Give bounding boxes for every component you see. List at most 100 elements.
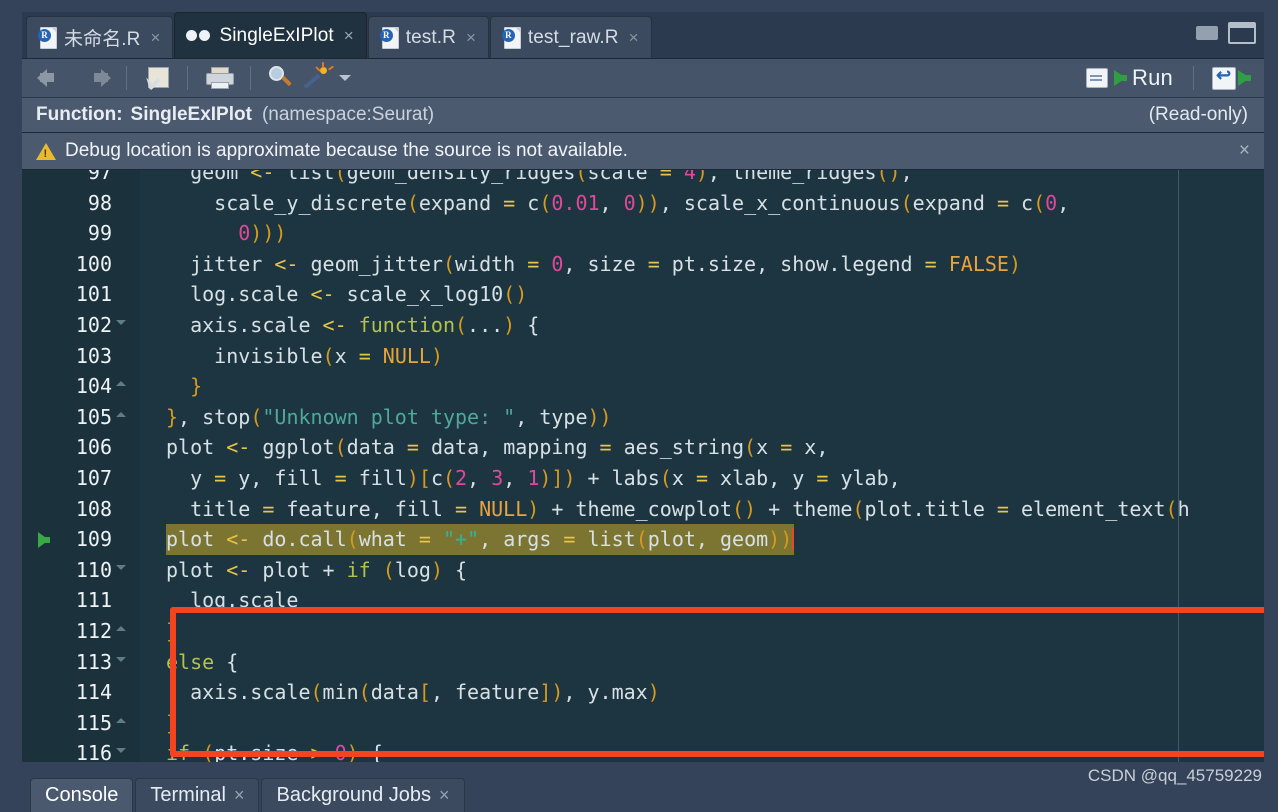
code-line-102[interactable]: 102 axis.scale <- function(...) { bbox=[22, 310, 1264, 341]
line-number: 112 bbox=[75, 619, 112, 643]
fold-toggle-icon[interactable] bbox=[116, 320, 126, 325]
code-text: 0))) bbox=[238, 221, 287, 246]
close-icon[interactable]: × bbox=[1239, 140, 1250, 162]
editor-toolbar: Run bbox=[22, 59, 1264, 98]
fold-toggle-icon[interactable] bbox=[116, 411, 126, 417]
code-line-99[interactable]: 99 0))) bbox=[22, 218, 1264, 249]
toolbar-divider bbox=[1193, 66, 1194, 90]
close-icon[interactable]: × bbox=[629, 29, 639, 46]
code-editor[interactable]: 97 geom <- list(geom_density_ridges(scal… bbox=[22, 170, 1264, 762]
function-info-bar: Function: SingleExIPlot (namespace:Seura… bbox=[22, 98, 1264, 133]
warning-triangle-icon bbox=[36, 142, 56, 160]
code-line-108[interactable]: 108 title = feature, fill = NULL) + them… bbox=[22, 494, 1264, 525]
editor-toolbar-right: Run bbox=[1078, 63, 1256, 93]
code-line-107[interactable]: 107 y = y, fill = fill)[c(2, 3, 1)]) + l… bbox=[22, 463, 1264, 494]
close-icon[interactable]: × bbox=[151, 29, 161, 46]
line-number: 111 bbox=[75, 588, 112, 613]
debug-warning-bar: Debug location is approximate because th… bbox=[22, 133, 1264, 170]
code-tools-wand-icon bbox=[303, 62, 335, 90]
code-line-104[interactable]: 104 } bbox=[22, 371, 1264, 402]
run-arrow-icon bbox=[1114, 70, 1128, 86]
printer-icon bbox=[206, 67, 234, 89]
editor-tab-2[interactable]: Rtest.R × bbox=[367, 16, 489, 58]
line-number: 104 bbox=[75, 374, 112, 399]
run-page-icon bbox=[1086, 68, 1109, 88]
code-line-113[interactable]: 113 else { bbox=[22, 647, 1264, 678]
line-number: 109 bbox=[75, 527, 112, 552]
close-icon[interactable]: × bbox=[466, 29, 476, 46]
run-button[interactable]: Run bbox=[1078, 63, 1181, 93]
line-number: 108 bbox=[75, 496, 112, 521]
source-button[interactable] bbox=[1206, 63, 1256, 93]
back-button[interactable] bbox=[34, 63, 74, 93]
code-text: log.scale bbox=[166, 588, 299, 613]
code-line-103[interactable]: 103 invisible(x = NULL) bbox=[22, 341, 1264, 372]
code-line-112[interactable]: 112} bbox=[22, 616, 1264, 647]
maximize-pane-icon[interactable] bbox=[1228, 22, 1256, 44]
forward-button[interactable] bbox=[74, 63, 114, 93]
fold-toggle-icon[interactable] bbox=[116, 656, 126, 662]
code-line-100[interactable]: 100 jitter <- geom_jitter(width = 0, siz… bbox=[22, 249, 1264, 280]
editor-tab-1[interactable]: SingleExIPlot × bbox=[174, 12, 367, 58]
close-icon[interactable]: × bbox=[439, 785, 450, 806]
line-number: 100 bbox=[75, 251, 112, 276]
code-line-105[interactable]: 105}, stop("Unknown plot type: ", type)) bbox=[22, 402, 1264, 433]
editor-tab-3[interactable]: Rtest_raw.R × bbox=[489, 16, 652, 58]
code-text: y = y, fill = fill)[c(2, 3, 1)]) + labs(… bbox=[166, 466, 901, 490]
function-label: Function: bbox=[36, 104, 123, 125]
editor-toolbar-left bbox=[22, 62, 357, 93]
code-text: if (pt.size > 0) { bbox=[166, 741, 383, 762]
code-text: axis.scale(min(data[, feature]), y.max) bbox=[166, 680, 660, 705]
code-line-98[interactable]: 98 scale_y_discrete(expand = c(0.01, 0))… bbox=[22, 188, 1264, 219]
code-line-109[interactable]: 109 plot <- do.call(what = "+", args = li… bbox=[22, 524, 1264, 555]
close-icon[interactable]: × bbox=[344, 27, 354, 44]
fold-toggle-icon[interactable] bbox=[116, 381, 126, 387]
console-tab-background-jobs[interactable]: Background Jobs × bbox=[261, 778, 465, 812]
line-number: 103 bbox=[75, 343, 112, 368]
show-in-new-window-button[interactable] bbox=[139, 63, 175, 93]
line-number: 106 bbox=[75, 435, 112, 460]
source-rerun-icon bbox=[1212, 65, 1236, 90]
line-number: 107 bbox=[75, 466, 112, 490]
find-replace-button[interactable] bbox=[263, 63, 299, 93]
fold-toggle-icon[interactable] bbox=[116, 564, 126, 570]
code-line-111[interactable]: 111 log.scale bbox=[22, 585, 1264, 616]
code-line-110[interactable]: 110 plot <- plot + if (log) { bbox=[22, 555, 1264, 586]
code-line-106[interactable]: 106 plot <- ggplot(data = data, mapping =… bbox=[22, 432, 1264, 463]
console-tab-console[interactable]: Console bbox=[30, 778, 134, 812]
line-number: 115 bbox=[75, 710, 112, 735]
console-tab-terminal[interactable]: Terminal × bbox=[135, 778, 260, 812]
fold-toggle-icon[interactable] bbox=[116, 748, 126, 754]
chevron-down-icon[interactable] bbox=[339, 75, 351, 81]
fold-toggle-icon[interactable] bbox=[116, 717, 126, 723]
close-icon[interactable]: × bbox=[234, 785, 245, 806]
line-number: 102 bbox=[75, 313, 112, 337]
print-button[interactable] bbox=[200, 63, 238, 93]
code-tools-button[interactable] bbox=[299, 62, 357, 93]
code-text: } bbox=[166, 710, 179, 735]
line-number: 116 bbox=[75, 741, 112, 762]
line-number: 98 bbox=[87, 190, 112, 215]
editor-tab-label: 未命名.R bbox=[64, 29, 141, 50]
line-number: 114 bbox=[75, 680, 112, 705]
forward-arrow-icon bbox=[80, 69, 111, 87]
toolbar-divider bbox=[126, 66, 127, 90]
code-text: plot <- ggplot(data = data, mapping = ae… bbox=[166, 435, 829, 460]
fold-toggle-icon[interactable] bbox=[116, 626, 126, 631]
code-text: invisible(x = NULL) bbox=[166, 343, 443, 368]
code-line-114[interactable]: 114 axis.scale(min(data[, feature]), y.m… bbox=[22, 677, 1264, 708]
code-line-97[interactable]: 97 geom <- list(geom_density_ridges(scal… bbox=[22, 170, 1264, 188]
readonly-badge: (Read-only) bbox=[1148, 104, 1248, 125]
code-line-101[interactable]: 101 log.scale <- scale_x_log10() bbox=[22, 279, 1264, 310]
code-lines[interactable]: 97 geom <- list(geom_density_ridges(scal… bbox=[22, 170, 1264, 762]
editor-tab-bar: R 未命名.R × SingleExIPlot × Rtest.R × Rtest_raw.R… bbox=[22, 12, 1264, 59]
editor-tab-0[interactable]: R 未命名.R × bbox=[26, 16, 174, 58]
window-right-edge bbox=[1264, 0, 1278, 760]
source-arrow-icon bbox=[1238, 70, 1251, 86]
code-text: scale_y_discrete(expand = c(0.01, 0)), s… bbox=[166, 190, 1070, 215]
minimize-pane-icon[interactable] bbox=[1196, 26, 1218, 40]
magnifier-icon bbox=[269, 66, 293, 90]
line-number: 110 bbox=[75, 557, 112, 582]
code-line-115[interactable]: 115} bbox=[22, 708, 1264, 739]
code-line-116[interactable]: 116 if (pt.size > 0) { bbox=[22, 738, 1264, 762]
